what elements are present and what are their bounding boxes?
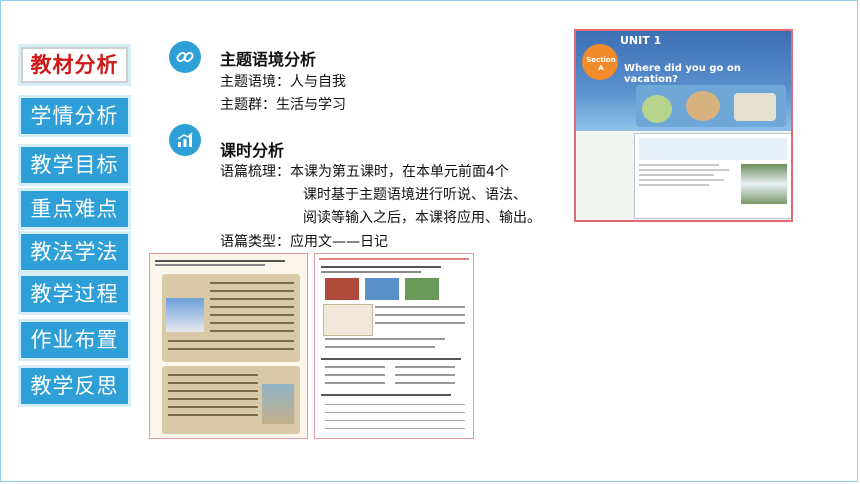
lesson-line-2: 课时基于主题语境进行听说、语法、	[303, 187, 527, 203]
textbook-section: Section A	[586, 56, 616, 72]
textbook-page-image: UNIT 1 Section A Where did you go on vac…	[574, 29, 793, 222]
link-icon	[169, 41, 201, 73]
context-theme-group: 主题群：生活与学习	[220, 97, 346, 113]
nav-item-reflection[interactable]: 教学反思	[21, 368, 128, 404]
section-title-context: 主题语境分析	[220, 50, 317, 69]
context-theme: 主题语境：人与自我	[220, 74, 346, 90]
nav-item-key-points[interactable]: 重点难点	[21, 191, 128, 227]
nav-item-teaching-process[interactable]: 教学过程	[21, 276, 128, 312]
nav-item-learner-analysis[interactable]: 学情分析	[21, 98, 128, 134]
diary-entry-2	[162, 366, 300, 434]
textbook-unit: UNIT 1	[620, 34, 662, 47]
lesson-line-1: 语篇梳理：本课为第五课时，在本单元前面4个	[220, 164, 509, 180]
nav-item-textbook-analysis[interactable]: 教材分析	[21, 47, 128, 83]
exercise-page-image	[314, 253, 474, 439]
section-title-lesson: 课时分析	[220, 141, 285, 160]
textbook-dialogue-box	[634, 133, 791, 219]
diary-entry-1	[162, 274, 300, 362]
nav-item-teaching-methods[interactable]: 教法学法	[21, 234, 128, 270]
diary-page-image	[149, 253, 308, 439]
lesson-text-type: 语篇类型：应用文——日记	[220, 234, 388, 250]
textbook-heading: Where did you go on vacation?	[624, 63, 741, 85]
bar-chart-icon	[169, 124, 201, 156]
lesson-line-3: 阅读等输入之后，本课将应用、输出。	[303, 210, 541, 226]
nav-item-homework[interactable]: 作业布置	[21, 322, 128, 358]
nav-item-teaching-objectives[interactable]: 教学目标	[21, 147, 128, 183]
